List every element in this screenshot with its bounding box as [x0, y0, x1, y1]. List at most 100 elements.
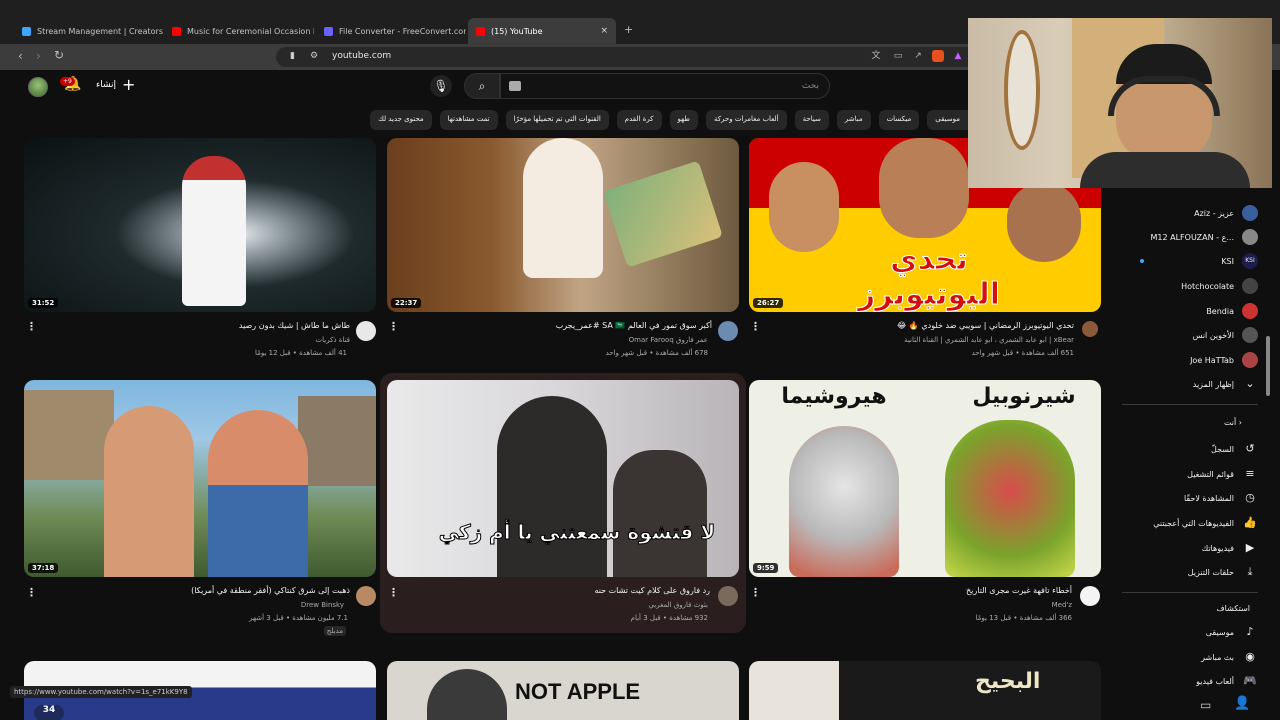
channel-avatar[interactable]: [1082, 321, 1098, 337]
chip[interactable]: طهو: [669, 110, 698, 130]
chip[interactable]: تمت مشاهدتها: [439, 110, 498, 130]
sidebar-item-gaming[interactable]: ألعاب فيديو 🎮: [1122, 670, 1258, 692]
extension-icon[interactable]: ▲: [952, 50, 964, 62]
site-info-icon[interactable]: ⚙: [310, 51, 318, 61]
chip[interactable]: سياحة: [794, 110, 829, 130]
more-options-icon[interactable]: ⋮: [388, 320, 399, 333]
sidebar-you-header[interactable]: أنت ›: [1120, 418, 1250, 427]
chip[interactable]: كرة القدم: [616, 110, 662, 130]
channel-name[interactable]: Med'z: [1052, 601, 1072, 609]
account-avatar[interactable]: [28, 77, 48, 97]
video-title[interactable]: طاش ما طاش | شيك بدون رصيد: [239, 321, 350, 330]
thumbnail-caption: هيروشيما: [781, 384, 887, 409]
sidebar-item-history[interactable]: السجلّ ↺: [1122, 438, 1258, 460]
reload-icon[interactable]: ↻: [54, 48, 64, 62]
notification-badge: +9: [60, 77, 75, 86]
thumbnail-figure: [497, 396, 607, 577]
browser-tab[interactable]: Stream Management | Creators: [14, 18, 164, 44]
browser-tab[interactable]: Music for Ceremonial Occasion Roya: [164, 18, 314, 44]
sidebar-item-playlists[interactable]: قوائم التشغيل ≡: [1122, 463, 1258, 485]
channel-name[interactable]: بثوث فاروق المغربي: [648, 601, 708, 609]
sidebar-divider: [1122, 592, 1258, 593]
video-thumbnail[interactable]: شيرنوبيل هيروشيما 9:59: [749, 380, 1101, 577]
video-duration: 37:18: [28, 563, 59, 573]
sidebar-show-more[interactable]: إظهار المزيد ⌄: [1122, 373, 1258, 395]
translate-icon[interactable]: 文: [870, 50, 882, 62]
sidebar-item-your-videos[interactable]: فيديوهاتك ▶: [1122, 537, 1258, 559]
channel-avatar[interactable]: [1080, 586, 1100, 606]
search-input[interactable]: بحث: [500, 73, 830, 99]
channel-avatar[interactable]: [718, 586, 738, 606]
channel-avatar[interactable]: [718, 321, 738, 341]
video-title[interactable]: رد فاروق على كلام كيت تشات حنه: [594, 586, 710, 595]
create-button[interactable]: إنشاء +: [96, 77, 135, 93]
channel-name-secondary[interactable]: ابو عابد الشمري | القناة الثانية: [904, 336, 992, 344]
back-icon[interactable]: ‹: [18, 49, 23, 63]
sidebar-subscription[interactable]: الأخوين انس: [1122, 324, 1258, 346]
sidebar-subscription[interactable]: M12 ALFOUZAN - ع...: [1122, 226, 1258, 248]
share-icon[interactable]: ↗: [912, 50, 924, 62]
sidebar-subscription[interactable]: KSI KSI: [1122, 250, 1258, 272]
thumbnail-panel: [749, 661, 839, 720]
channel-name[interactable]: عمر فاروق Omar Farooq: [629, 336, 708, 344]
money-fan: [603, 160, 723, 268]
channel-name[interactable]: xBear | ابو عابد الشمري ، ابو عابد الشمر…: [874, 336, 1074, 344]
keyboard-icon[interactable]: [509, 81, 521, 91]
video-title[interactable]: تحدي اليوتيوبرز الرمضاني | سويبي ضد خلود…: [897, 321, 1074, 330]
video-title[interactable]: أكبر سوق تمور في العالم SA 🇸🇦 #عمر_يجرب: [556, 321, 712, 330]
search-button[interactable]: ⌕: [464, 73, 500, 99]
bookmark-icon[interactable]: ▮: [290, 51, 295, 61]
video-title[interactable]: ذهبت إلى شرق كنتاكي (أفقر منطقة في أمريك…: [191, 586, 350, 595]
account-icon[interactable]: 👤: [1234, 696, 1250, 711]
more-options-icon[interactable]: ⋮: [26, 320, 37, 333]
sidebar-item-label: المشاهدة لاحقًا: [1183, 493, 1234, 503]
more-options-icon[interactable]: ⋮: [750, 586, 761, 599]
chip[interactable]: محتوى جديد لك: [370, 110, 432, 130]
video-thumbnail[interactable]: 31:52: [24, 138, 376, 312]
sidebar-item-liked-videos[interactable]: الفيديوهات التي أعجبتني 👍: [1122, 512, 1258, 534]
video-thumbnail[interactable]: لا قتشوة سمعتني يا أم زكي: [387, 380, 739, 577]
browser-tab-active[interactable]: (15) YouTube ×: [468, 18, 616, 44]
sidebar-subscription[interactable]: Bendia: [1122, 300, 1258, 322]
chip[interactable]: ألعاب مغامرات وحركة: [705, 110, 787, 130]
chip[interactable]: ميكسات: [878, 110, 920, 130]
sidebar-subscription[interactable]: Hotchocolate: [1122, 275, 1258, 297]
sidebar-subscription[interactable]: Aziz - عزيز: [1122, 202, 1258, 224]
chip[interactable]: موسيقى: [927, 110, 968, 130]
video-thumbnail[interactable]: NOT APPLE: [387, 661, 739, 720]
sidebar-item-label: Hotchocolate: [1181, 281, 1234, 291]
video-thumbnail[interactable]: البحيح: [749, 661, 1101, 720]
cast-icon[interactable]: ▭: [892, 50, 904, 62]
chip[interactable]: القنوات التي تم تحميلها مؤخرًا: [505, 110, 609, 130]
video-stats: 366 ألف مشاهدة • قبل 13 يومًا: [975, 614, 1072, 622]
channel-name-primary[interactable]: xBear | ابو عابد الشمري: [999, 336, 1074, 344]
more-options-icon[interactable]: ⋮: [26, 586, 37, 599]
brave-shield-icon[interactable]: [932, 50, 944, 62]
channel-avatar[interactable]: [356, 586, 376, 606]
channel-name[interactable]: قناة ذكريات: [316, 336, 350, 344]
chat-icon[interactable]: ▭: [1200, 698, 1211, 712]
browser-tab[interactable]: File Converter - FreeConvert.com: [316, 18, 466, 44]
more-options-icon[interactable]: ⋮: [750, 320, 761, 333]
video-stats: 651 ألف مشاهدة • قبل شهر واحد: [971, 349, 1074, 357]
sidebar-subscription[interactable]: Joe HaTTab: [1122, 349, 1258, 371]
video-stats: 678 ألف مشاهدة • قبل شهر واحد: [605, 349, 708, 357]
close-tab-icon[interactable]: ×: [594, 26, 608, 36]
video-stats: 7.1 مليون مشاهدة • قبل 3 أشهر: [249, 614, 348, 622]
sidebar-item-watch-later[interactable]: المشاهدة لاحقًا ◷: [1122, 487, 1258, 509]
forward-icon[interactable]: ›: [36, 49, 41, 63]
video-thumbnail[interactable]: 37:18: [24, 380, 376, 577]
new-tab-button[interactable]: +: [624, 23, 633, 36]
scrollbar-thumb[interactable]: [1266, 336, 1270, 396]
voice-search-mic-icon[interactable]: 🎙: [430, 75, 452, 97]
thumbnail-figure: [523, 138, 603, 278]
channel-name[interactable]: Drew Binsky: [301, 601, 344, 609]
channel-avatar[interactable]: [356, 321, 376, 341]
more-options-icon[interactable]: ⋮: [388, 586, 399, 599]
sidebar-item-music[interactable]: موسيقى ♪: [1122, 621, 1258, 643]
video-thumbnail[interactable]: 22:37: [387, 138, 739, 312]
video-title[interactable]: أخطاء تافهة غيرت مجرى التاريخ: [966, 586, 1072, 595]
chip[interactable]: مباشر: [836, 110, 871, 130]
sidebar-item-downloads[interactable]: حلقات التنزيل ⤓: [1122, 561, 1258, 583]
sidebar-item-live[interactable]: بث مباشر ◉: [1122, 646, 1258, 668]
